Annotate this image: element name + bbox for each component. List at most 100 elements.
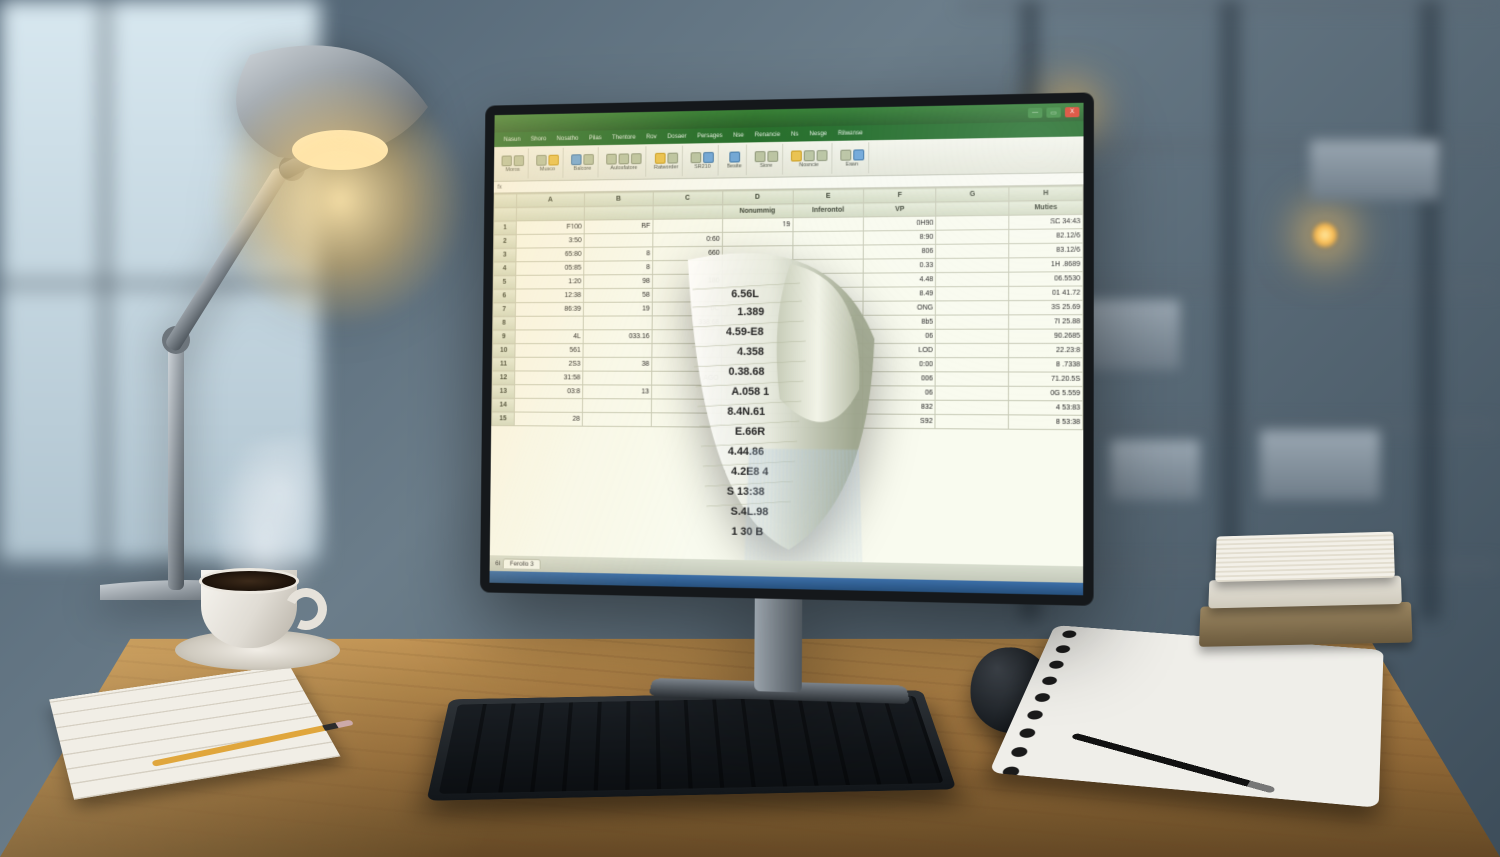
cell[interactable] <box>721 316 792 330</box>
cell[interactable] <box>514 398 582 412</box>
cell[interactable]: 0C <box>652 302 722 316</box>
row-header[interactable]: 1 <box>494 221 517 235</box>
row-header[interactable]: 6 <box>493 289 516 303</box>
cell[interactable] <box>792 329 863 343</box>
column-header[interactable]: E <box>793 189 864 204</box>
cell[interactable]: 98 <box>584 274 653 288</box>
cell[interactable] <box>651 385 721 399</box>
cell[interactable] <box>721 385 792 399</box>
cell[interactable] <box>722 246 792 261</box>
column-header[interactable]: F <box>864 188 936 203</box>
cell[interactable] <box>936 272 1009 287</box>
cell[interactable]: 05:85 <box>516 261 584 275</box>
cell[interactable]: 8 <box>584 247 653 261</box>
row-header[interactable]: 7 <box>493 303 516 317</box>
cell[interactable] <box>721 343 792 357</box>
row-header[interactable]: 8 <box>493 316 516 330</box>
cell[interactable] <box>582 399 651 413</box>
cell[interactable] <box>583 344 652 358</box>
row-header[interactable]: 2 <box>494 235 517 249</box>
column-header[interactable]: A <box>517 193 585 208</box>
cell[interactable] <box>791 414 863 429</box>
cell[interactable]: 4.48 <box>863 273 935 288</box>
cell[interactable]: 65:80 <box>516 248 584 262</box>
cell[interactable] <box>936 329 1009 343</box>
column-header[interactable]: H <box>1009 186 1083 201</box>
cell[interactable] <box>722 232 792 247</box>
row-header[interactable]: 9 <box>493 330 516 344</box>
cell[interactable] <box>792 372 863 386</box>
cell[interactable] <box>652 330 722 344</box>
menu-item[interactable]: Nesge <box>805 130 831 137</box>
cell[interactable] <box>652 357 722 371</box>
row-header[interactable]: 5 <box>493 275 516 289</box>
cell[interactable]: 01 41.72 <box>1009 286 1083 301</box>
cell[interactable] <box>936 315 1009 329</box>
cell[interactable]: 4 53:83 <box>1009 401 1083 416</box>
cell[interactable] <box>722 302 793 316</box>
menu-item[interactable]: Renancie <box>751 131 784 139</box>
cell[interactable] <box>936 215 1009 230</box>
cell[interactable] <box>792 273 863 287</box>
cell[interactable]: 3S 25.69 <box>1009 300 1083 315</box>
maximize-button[interactable]: ▭ <box>1046 107 1060 117</box>
row-header[interactable]: 15 <box>492 412 515 426</box>
cell[interactable]: 06 <box>863 329 935 343</box>
cell[interactable] <box>722 260 792 274</box>
cell[interactable] <box>722 274 793 288</box>
cell[interactable] <box>792 301 863 315</box>
column-header[interactable]: G <box>936 187 1009 202</box>
column-header[interactable]: B <box>584 192 653 207</box>
cell[interactable]: LOD <box>863 343 935 357</box>
column-header[interactable]: C <box>653 191 723 206</box>
cell[interactable] <box>792 259 863 274</box>
cell[interactable] <box>583 371 652 385</box>
cell[interactable] <box>583 316 652 330</box>
menu-item[interactable]: Thentore <box>608 134 639 141</box>
cell[interactable]: 13 <box>582 385 651 399</box>
cell[interactable] <box>792 386 864 400</box>
cell[interactable] <box>936 258 1009 273</box>
cell[interactable]: 3:50 <box>516 234 584 248</box>
cell[interactable]: 28 <box>514 412 582 426</box>
cell[interactable]: BE <box>584 219 653 233</box>
sheet-tab[interactable]: Ferollo 3 <box>503 558 540 569</box>
cell[interactable]: 0:60 <box>653 232 723 246</box>
cell[interactable]: 0G 5.559 <box>1009 386 1083 401</box>
row-header[interactable]: 11 <box>492 357 515 371</box>
column-header[interactable]: D <box>722 190 792 205</box>
cell[interactable]: 1H .8689 <box>1009 257 1083 272</box>
cell[interactable]: 8 53:38 <box>1009 415 1083 430</box>
cell[interactable]: 7I 25.88 <box>1009 315 1083 329</box>
cell[interactable]: 338:68 <box>652 316 722 330</box>
cell[interactable] <box>792 315 863 329</box>
cell[interactable] <box>936 301 1009 315</box>
cell[interactable] <box>792 231 863 246</box>
cell[interactable] <box>582 412 651 426</box>
cell[interactable]: 83.12/6 <box>1009 243 1083 258</box>
cell[interactable]: 12:38 <box>516 289 584 303</box>
cell[interactable]: AGO <box>651 371 721 385</box>
cell[interactable]: 82.12/6 <box>1009 229 1083 244</box>
cell[interactable]: 006 <box>863 372 935 386</box>
cell[interactable]: 660 <box>652 246 722 260</box>
cell[interactable] <box>936 286 1009 301</box>
cell[interactable]: 31:58 <box>515 371 583 385</box>
cell[interactable]: 58 <box>583 288 652 302</box>
cell[interactable] <box>936 229 1009 244</box>
cell[interactable]: 4L <box>515 330 583 344</box>
cell[interactable] <box>935 343 1008 357</box>
cell[interactable] <box>653 219 723 234</box>
cell[interactable]: 561 <box>515 344 583 358</box>
cell[interactable] <box>935 414 1008 429</box>
cell[interactable]: 8b5 <box>863 315 935 329</box>
cell[interactable]: 8 <box>584 261 653 275</box>
cell[interactable] <box>791 400 863 414</box>
row-header[interactable]: 3 <box>493 248 516 262</box>
cell[interactable]: 0.33 <box>864 258 936 273</box>
cell[interactable] <box>935 400 1008 415</box>
cell[interactable]: 06 <box>863 386 935 400</box>
row-header[interactable]: 13 <box>492 385 515 399</box>
cell[interactable] <box>722 288 793 302</box>
cell[interactable]: 71.20.5S <box>1009 372 1083 387</box>
